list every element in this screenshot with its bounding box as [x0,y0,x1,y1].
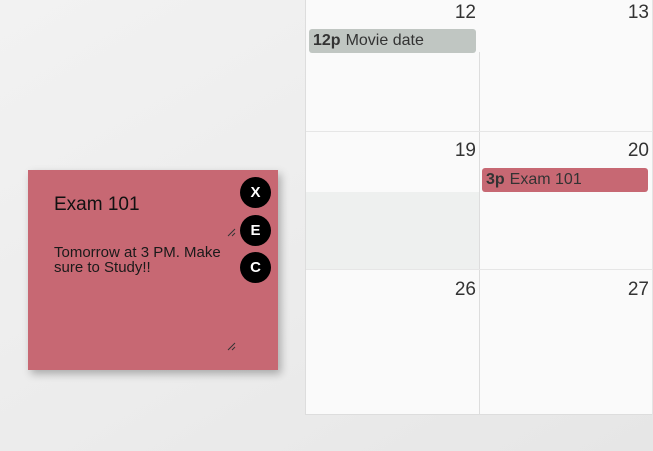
column-divider [479,52,480,415]
event-time: 12p [313,32,341,49]
day-number[interactable]: 12 [416,2,476,24]
calendar-event-exam[interactable]: 3p Exam 101 [482,168,648,192]
day-number[interactable]: 13 [589,2,649,24]
resize-grip-icon[interactable] [227,228,236,237]
week-divider [306,131,653,132]
day-cell-highlight[interactable] [306,192,479,269]
day-number[interactable]: 26 [416,279,476,301]
event-title: Exam 101 [509,171,582,188]
edit-note-button[interactable]: E [240,215,271,246]
day-number[interactable]: 20 [589,140,649,162]
day-number[interactable]: 19 [416,140,476,162]
note-body-field[interactable]: Tomorrow at 3 PM. Make sure to Study!! [54,245,239,275]
event-title: Movie date [345,32,424,49]
sticky-note[interactable]: Exam 101 Tomorrow at 3 PM. Make sure to … [28,170,278,370]
event-time: 3p [486,171,505,188]
note-title-field[interactable]: Exam 101 [54,194,234,216]
color-note-button[interactable]: C [240,252,271,283]
day-number[interactable]: 27 [589,279,649,301]
resize-grip-icon[interactable] [227,342,236,351]
week-divider [306,269,653,270]
calendar-grid: 12 13 19 20 26 27 12p Movie date 3p Exam 1… [305,0,653,415]
calendar-event-movie-date[interactable]: 12p Movie date [309,29,476,53]
close-note-button[interactable]: X [240,177,271,208]
